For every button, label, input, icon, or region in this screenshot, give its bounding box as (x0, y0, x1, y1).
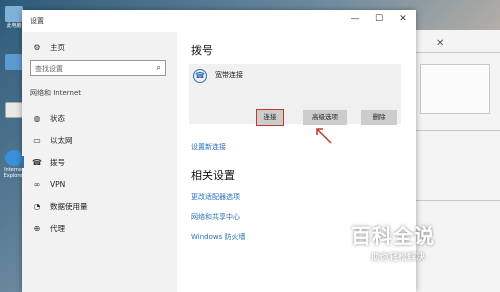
connection-item[interactable]: ☎ 宽带连接 连接 高级选项 删除 (189, 64, 401, 126)
sidebar-item-dialup[interactable]: ☎ 拨号 (22, 152, 177, 172)
setup-new-connection-link[interactable]: 设置新连接 (191, 142, 226, 152)
close-button[interactable]: ✕ (396, 14, 410, 24)
background-panel (420, 64, 490, 114)
window-title: 设置 (30, 17, 44, 25)
sidebar: ⚙ 主页 查找设置 ⌕ 网络和 Internet ◍ 状态 ▭ 以太网 ☎ 拨号… (22, 32, 177, 292)
phone-icon: ☎ (32, 157, 42, 167)
ie-icon (5, 150, 23, 166)
close-icon[interactable]: ✕ (436, 38, 444, 49)
divider (414, 52, 500, 53)
section-header: 网络和 Internet (30, 89, 82, 97)
minimize-button[interactable]: — (348, 14, 362, 24)
app-icon (5, 102, 23, 118)
page-title: 拨号 (191, 44, 213, 57)
sidebar-item-vpn[interactable]: ∞ VPN (22, 174, 177, 194)
advanced-options-button[interactable]: 高级选项 (303, 110, 347, 125)
ethernet-icon: ▭ (33, 135, 41, 145)
vpn-icon: ∞ (33, 179, 41, 189)
sidebar-item-home[interactable]: ⚙ 主页 (22, 37, 177, 57)
change-adapter-options-link[interactable]: 更改适配器选项 (191, 192, 240, 202)
data-usage-icon: ◔ (33, 201, 41, 211)
globe-icon: ⊕ (33, 223, 41, 233)
computer-icon (5, 6, 23, 22)
sidebar-item-data-usage[interactable]: ◔ 数据使用量 (22, 196, 177, 216)
search-input[interactable]: 查找设置 ⌕ (30, 60, 166, 76)
connect-button[interactable]: 连接 (256, 109, 284, 126)
phone-icon: ☎ (193, 69, 207, 83)
sidebar-item-status[interactable]: ◍ 状态 (22, 108, 177, 128)
divider (414, 200, 500, 201)
windows-firewall-link[interactable]: Windows 防火墙 (191, 232, 245, 242)
sidebar-item-proxy[interactable]: ⊕ 代理 (22, 218, 177, 238)
watermark-subtitle: 助你轻松解决 (371, 253, 426, 263)
title-bar: 设置 — ☐ ✕ (22, 10, 416, 32)
search-icon: ⌕ (156, 63, 161, 72)
network-icon (5, 54, 23, 70)
sidebar-item-ethernet[interactable]: ▭ 以太网 (22, 130, 177, 150)
gear-icon: ⚙ (33, 42, 41, 52)
maximize-button[interactable]: ☐ (372, 14, 386, 24)
watermark-title: 百科全说 (351, 224, 435, 248)
delete-button[interactable]: 删除 (361, 110, 397, 125)
globe-icon: ◍ (33, 113, 41, 123)
watermark: 百科全说 助你轻松解决 (345, 218, 495, 276)
divider (414, 130, 500, 131)
connection-name: 宽带连接 (215, 71, 243, 79)
related-settings-title: 相关设置 (191, 169, 235, 182)
network-sharing-center-link[interactable]: 网络和共享中心 (191, 212, 240, 222)
annotation-arrow (316, 128, 332, 144)
